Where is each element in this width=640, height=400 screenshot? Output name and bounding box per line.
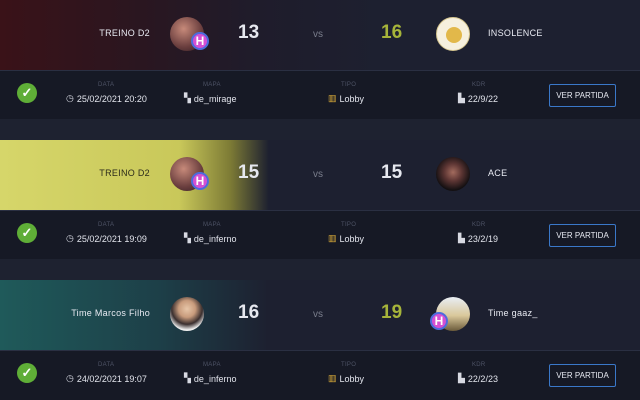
view-match-button[interactable]: VER PARTIDA xyxy=(549,364,616,387)
type-value: ▥ Lobby xyxy=(328,373,365,384)
type-label: TIPO xyxy=(341,222,357,228)
team-left-name: TREINO D2 xyxy=(99,28,150,38)
match-details: ✓ DATA ◷ 25/02/2021 19:09 MAPA ▚ de_infern… xyxy=(0,210,640,260)
date-label: DATA xyxy=(98,362,115,368)
separator xyxy=(0,119,640,140)
match-header: TREINO D2 H 15 vs 15 ACE xyxy=(0,140,640,210)
team-right-name: Time gaaz_ xyxy=(488,308,538,318)
score-right: 15 xyxy=(381,162,403,183)
team-right-name: ACE xyxy=(488,168,508,178)
lobby-icon: ▥ xyxy=(328,93,337,103)
map-icon: ▚ xyxy=(184,93,191,103)
team-right-avatar xyxy=(436,17,470,51)
team-left-avatar xyxy=(170,297,204,331)
separator xyxy=(0,259,640,280)
lobby-icon: ▥ xyxy=(328,373,337,383)
team-left-name: TREINO D2 xyxy=(99,168,150,178)
lobby-icon: ▥ xyxy=(328,233,337,243)
map-label: MAPA xyxy=(203,82,221,88)
kdr-value: ▙ 22/9/22 xyxy=(458,93,498,104)
kdr-value: ▙ 22/2/23 xyxy=(458,373,498,384)
kdr-label: KDR xyxy=(472,82,486,88)
vs-label: vs xyxy=(313,309,323,320)
chart-icon: ▙ xyxy=(458,373,465,383)
check-icon: ✓ xyxy=(17,363,37,383)
map-icon: ▚ xyxy=(184,233,191,243)
score-left: 15 xyxy=(238,162,260,183)
map-value: ▚ de_inferno xyxy=(184,233,237,244)
match-card: TREINO D2 H 13 vs 16 INSOLENCE ✓ DATA ◷ 2… xyxy=(0,0,640,120)
match-card: Time Marcos Filho 16 vs 19 H Time gaaz_ … xyxy=(0,280,640,400)
team-left-name: Time Marcos Filho xyxy=(71,308,150,318)
kdr-label: KDR xyxy=(472,362,486,368)
type-label: TIPO xyxy=(341,82,357,88)
team-right-name: INSOLENCE xyxy=(488,28,543,38)
date-value: ◷ 24/02/2021 19:07 xyxy=(66,373,147,384)
view-match-button[interactable]: VER PARTIDA xyxy=(549,224,616,247)
type-value: ▥ Lobby xyxy=(328,233,365,244)
date-value: ◷ 25/02/2021 20:20 xyxy=(66,93,147,104)
date-label: DATA xyxy=(98,82,115,88)
score-left: 16 xyxy=(238,302,260,323)
vs-label: vs xyxy=(313,169,323,180)
match-header: TREINO D2 H 13 vs 16 INSOLENCE xyxy=(0,0,640,70)
vs-label: vs xyxy=(313,29,323,40)
team-right-avatar xyxy=(436,157,470,191)
score-right: 16 xyxy=(381,22,403,43)
check-icon: ✓ xyxy=(17,83,37,103)
map-icon: ▚ xyxy=(184,373,191,383)
date-label: DATA xyxy=(98,222,115,228)
type-value: ▥ Lobby xyxy=(328,93,365,104)
chart-icon: ▙ xyxy=(458,233,465,243)
match-details: ✓ DATA ◷ 25/02/2021 20:20 MAPA ▚ de_mirage… xyxy=(0,70,640,120)
score-left: 13 xyxy=(238,22,260,43)
match-card: TREINO D2 H 15 vs 15 ACE ✓ DATA ◷ 25/02/2… xyxy=(0,140,640,260)
kdr-value: ▙ 23/2/19 xyxy=(458,233,498,244)
h-badge-icon: H xyxy=(191,172,209,190)
kdr-label: KDR xyxy=(472,222,486,228)
view-match-button[interactable]: VER PARTIDA xyxy=(549,84,616,107)
clock-icon: ◷ xyxy=(66,93,74,103)
map-label: MAPA xyxy=(203,222,221,228)
h-badge-icon: H xyxy=(430,312,448,330)
map-value: ▚ de_inferno xyxy=(184,373,237,384)
match-header: Time Marcos Filho 16 vs 19 H Time gaaz_ xyxy=(0,280,640,350)
type-label: TIPO xyxy=(341,362,357,368)
h-badge-icon: H xyxy=(191,32,209,50)
map-value: ▚ de_mirage xyxy=(184,93,237,104)
chart-icon: ▙ xyxy=(458,93,465,103)
match-details: ✓ DATA ◷ 24/02/2021 19:07 MAPA ▚ de_infern… xyxy=(0,350,640,400)
clock-icon: ◷ xyxy=(66,233,74,243)
date-value: ◷ 25/02/2021 19:09 xyxy=(66,233,147,244)
clock-icon: ◷ xyxy=(66,373,74,383)
check-icon: ✓ xyxy=(17,223,37,243)
score-right: 19 xyxy=(381,302,403,323)
map-label: MAPA xyxy=(203,362,221,368)
